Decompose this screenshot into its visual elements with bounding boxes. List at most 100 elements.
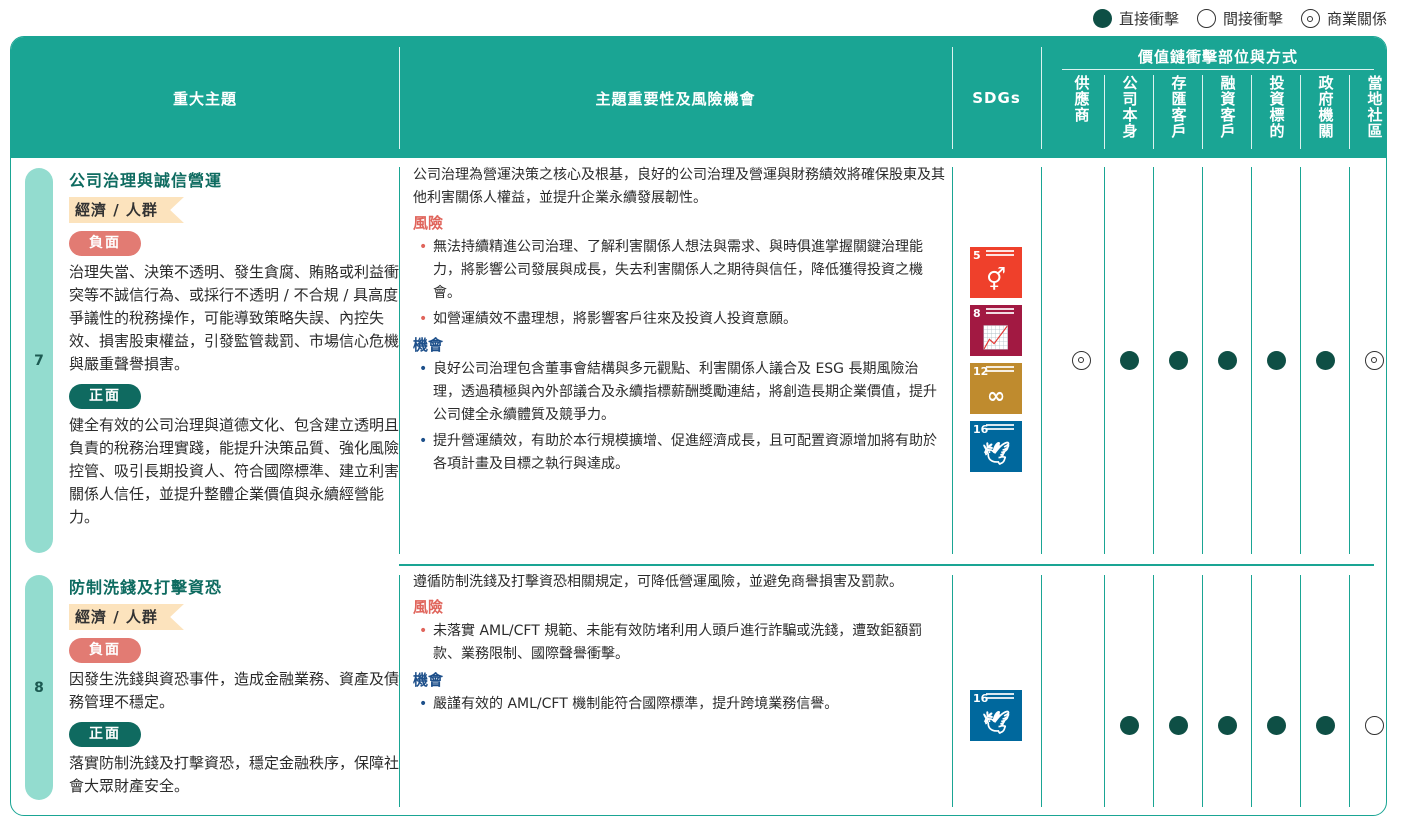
filled-circle-icon <box>1168 350 1188 370</box>
positive-text: 落實防制洗錢及打擊資恐，穩定金融秩序，保障社會大眾財產安全。 <box>69 754 400 795</box>
table-header: 重大主題 主題重要性及風險機會 SDGs 價值鏈衝擊部位與方式 供應商 公司本身 存… <box>11 37 1386 158</box>
sdg-icons: 5 ⚥ 8 📈 12 ∞ 16 🕊 <box>970 247 1022 472</box>
filled-circle-icon <box>1168 715 1188 735</box>
empty-circle-icon <box>1196 9 1216 28</box>
stakeholder-label: 投資標的 <box>1267 75 1286 139</box>
filled-circle-icon <box>1119 715 1139 735</box>
opportunity-list: 良好公司治理包含董事會結構與多元觀點、利害關係人議合及 ESG 長期風險治理，透… <box>413 358 945 476</box>
filled-circle-icon <box>1266 350 1286 370</box>
opportunity-heading: 機會 <box>413 336 444 354</box>
double-circle-icon <box>1364 350 1384 370</box>
risk-heading: 風險 <box>413 598 444 616</box>
intro-text: 公司治理為營運決策之核心及根基，良好的公司治理及營運與財務績效將確保股東及其他利… <box>413 167 945 206</box>
filled-circle-icon <box>1119 350 1139 370</box>
impact-cell <box>1105 345 1153 375</box>
filled-circle-icon <box>1217 715 1237 735</box>
list-item: 嚴謹有效的 AML/CFT 機制能符合國際標準，提升跨境業務信譽。 <box>413 693 945 716</box>
risk-heading: 風險 <box>413 214 444 232</box>
stakeholder-label: 當地社區 <box>1365 75 1384 139</box>
header-stakeholder: 公司本身 <box>1105 75 1153 149</box>
stakeholder-label: 政府機關 <box>1316 75 1335 139</box>
filled-circle-icon <box>1092 9 1112 28</box>
list-item: 無法持續精進公司治理、了解利害關係人想法與需求、與時俱進掌握關鍵治理能力，將影響… <box>413 236 945 305</box>
stakeholder-label: 公司本身 <box>1120 75 1139 139</box>
list-item: 良好公司治理包含董事會結構與多元觀點、利害關係人議合及 ESG 長期風險治理，透… <box>413 358 945 427</box>
impact-cell <box>1301 345 1349 375</box>
peace-justice-icon: 16 🕊 <box>970 421 1022 472</box>
risk-list: 無法持續精進公司治理、了解利害關係人想法與需求、與時俱進掌握關鍵治理能力，將影響… <box>413 236 945 331</box>
table-row: 8 防制洗錢及打擊資恐 經濟 / 人群 負面 因發生洗錢與資恐事件，造成金融業務… <box>11 566 1386 814</box>
double-circle-icon <box>1300 9 1320 28</box>
topic-cell: 防制洗錢及打擊資恐 經濟 / 人群 負面 因發生洗錢與資恐事件，造成金融業務、資… <box>69 574 399 798</box>
row-number: 8 <box>25 575 53 800</box>
category-tag: 經濟 / 人群 <box>69 604 184 630</box>
header-value-chain: 價值鏈衝擊部位與方式 <box>1137 48 1298 66</box>
list-item: 未落實 AML/CFT 規範、未能有效防堵利用人頭戶進行詐騙或洗錢，遭致鉅額罰款… <box>413 620 945 666</box>
negative-text: 因發生洗錢與資恐事件，造成金融業務、資產及債務管理不穩定。 <box>69 670 400 711</box>
filled-circle-icon <box>1315 350 1335 370</box>
material-topics-table: 重大主題 主題重要性及風險機會 SDGs 價值鏈衝擊部位與方式 供應商 公司本身 存… <box>10 36 1387 816</box>
category-tag: 經濟 / 人群 <box>69 197 184 223</box>
sdg-glyph: 🕊 <box>982 711 1010 736</box>
header-stakeholder: 供應商 <box>1057 75 1105 149</box>
decent-work-icon: 8 📈 <box>970 305 1022 356</box>
gender-equality-icon: 5 ⚥ <box>970 247 1022 298</box>
sdg-number: 8 <box>973 307 981 320</box>
importance-cell: 公司治理為營運決策之核心及根基，良好的公司治理及營運與財務績效將確保股東及其他利… <box>413 164 945 479</box>
impact-marks <box>1057 710 1384 740</box>
positive-text: 健全有效的公司治理與道德文化、包含建立透明且負責的稅務治理實踐，能提升決策品質、… <box>69 416 400 526</box>
filled-circle-icon <box>1315 715 1335 735</box>
opportunity-heading: 機會 <box>413 671 444 689</box>
empty-circle-icon <box>1364 715 1384 735</box>
double-circle-icon <box>1071 350 1091 370</box>
impact-cell <box>1154 710 1202 740</box>
peace-justice-icon: 16 🕊 <box>970 690 1022 741</box>
header-stakeholder: 存匯客戶 <box>1154 75 1202 149</box>
legend-direct: 直接衝擊 <box>1092 8 1179 29</box>
row-number: 7 <box>25 168 53 553</box>
legend-indirect: 間接衝擊 <box>1196 8 1283 29</box>
impact-cell <box>1057 345 1105 375</box>
negative-text: 治理失當、決策不透明、發生貪腐、賄賂或利益衝突等不誠信行為、或採行不透明 / 不… <box>69 263 400 373</box>
legend-direct-label: 直接衝擊 <box>1118 10 1179 28</box>
impact-marks <box>1057 345 1384 375</box>
importance-cell: 遵循防制洗錢及打擊資恐相關規定，可降低營運風險，並避免商譽損害及罰款。 風險 未… <box>413 571 945 719</box>
sdg-glyph: ∞ <box>986 384 1006 409</box>
legend-business: 商業關係 <box>1300 8 1387 29</box>
impact-cell <box>1203 345 1251 375</box>
risk-list: 未落實 AML/CFT 規範、未能有效防堵利用人頭戶進行詐騙或洗錢，遭致鉅額罰款… <box>413 620 945 666</box>
impact-cell <box>1301 710 1349 740</box>
header-importance: 主題重要性及風險機會 <box>595 89 756 108</box>
topic-title: 公司治理與誠信營運 <box>69 171 223 190</box>
sdg-glyph: 📈 <box>982 326 1010 351</box>
impact-cell <box>1252 345 1300 375</box>
positive-badge: 正面 <box>69 722 141 747</box>
header-stakeholder: 當地社區 <box>1350 75 1386 149</box>
topic-cell: 公司治理與誠信營運 經濟 / 人群 負面 治理失當、決策不透明、發生貪腐、賄賂或… <box>69 167 399 529</box>
sdg-glyph: 🕊 <box>982 442 1010 467</box>
stakeholder-label: 存匯客戶 <box>1169 75 1188 139</box>
legend-indirect-label: 間接衝擊 <box>1222 10 1283 28</box>
table-row: 7 公司治理與誠信營運 經濟 / 人群 負面 治理失當、決策不透明、發生貪腐、賄… <box>11 158 1386 564</box>
negative-badge: 負面 <box>69 638 141 663</box>
sdg-number: 5 <box>973 249 981 262</box>
impact-cell <box>1252 710 1300 740</box>
header-stakeholder: 融資客戶 <box>1203 75 1251 149</box>
impact-cell <box>1350 345 1386 375</box>
header-sdgs: SDGs <box>972 89 1021 107</box>
filled-circle-icon <box>1266 715 1286 735</box>
impact-cell <box>1057 710 1105 740</box>
impact-cell <box>1154 345 1202 375</box>
list-item: 如營運績效不盡理想，將影響客戶往來及投資人投資意願。 <box>413 308 945 331</box>
responsible-consumption-icon: 12 ∞ <box>970 363 1022 414</box>
negative-badge: 負面 <box>69 231 141 256</box>
positive-badge: 正面 <box>69 384 141 409</box>
impact-cell <box>1203 710 1251 740</box>
impact-cell <box>1350 710 1386 740</box>
sdg-glyph: ⚥ <box>986 268 1006 293</box>
header-stakeholder: 政府機關 <box>1301 75 1349 149</box>
header-stakeholder: 投資標的 <box>1252 75 1300 149</box>
opportunity-list: 嚴謹有效的 AML/CFT 機制能符合國際標準，提升跨境業務信譽。 <box>413 693 945 716</box>
header-topic: 重大主題 <box>172 89 237 108</box>
stakeholder-label: 融資客戶 <box>1218 75 1237 139</box>
